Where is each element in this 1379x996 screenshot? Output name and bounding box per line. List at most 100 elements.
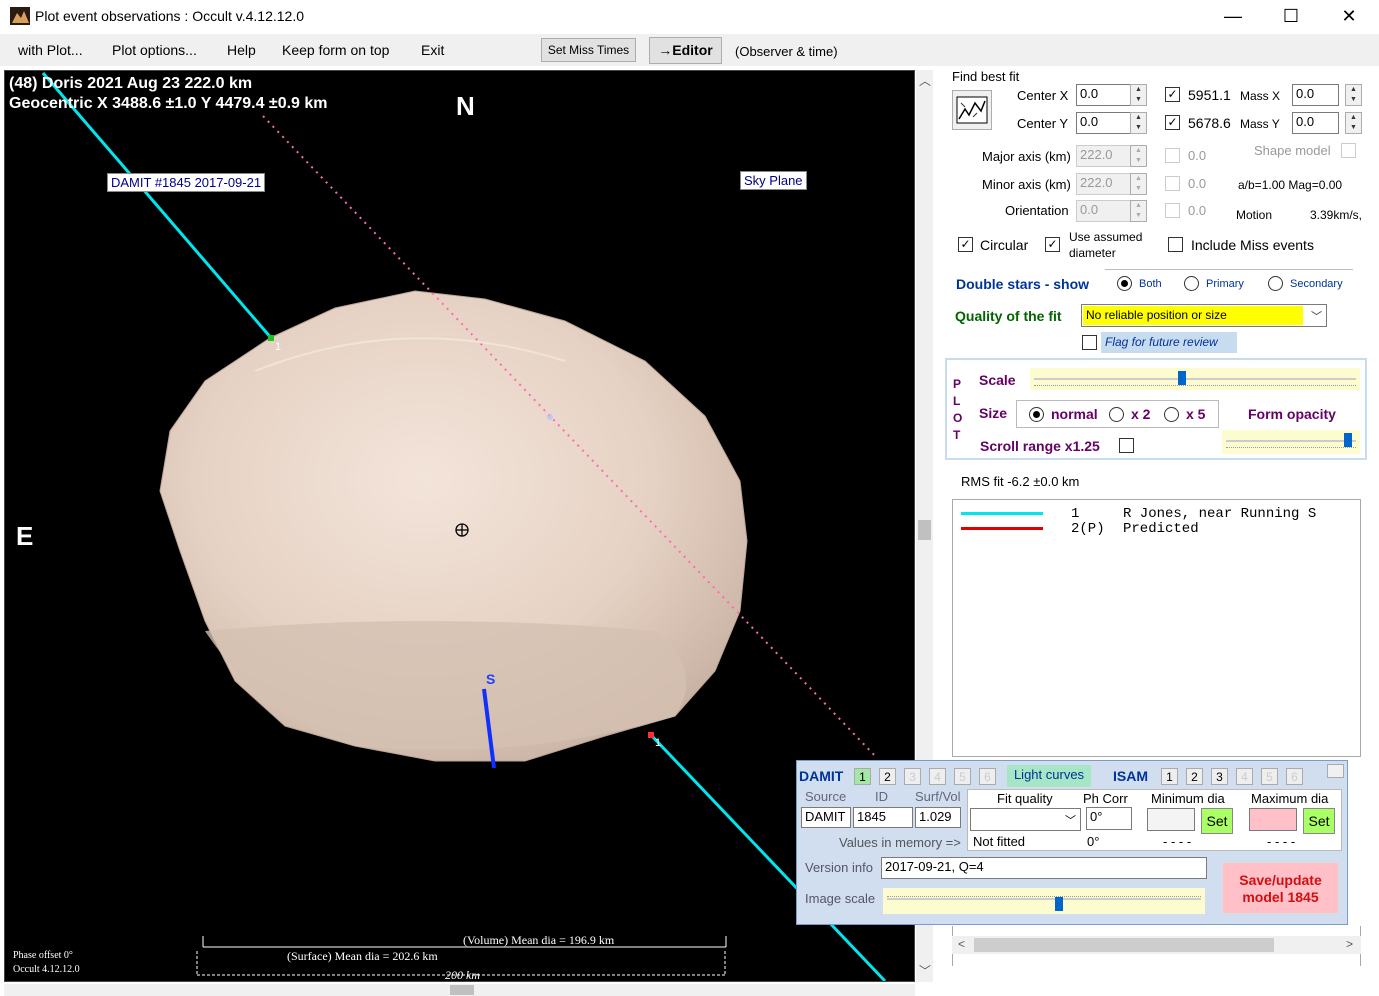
both-label: Both — [1139, 278, 1162, 290]
image-scale-slider[interactable] — [883, 888, 1205, 914]
fit-major-checkbox[interactable] — [1165, 148, 1180, 163]
menu-keep-on-top[interactable]: Keep form on top — [282, 42, 389, 58]
save-update-model-button[interactable]: Save/update model 1845 — [1222, 862, 1339, 914]
mass-x-spinner[interactable]: ▲ ▼ — [1345, 84, 1362, 106]
scale-slider[interactable] — [1030, 368, 1360, 390]
menu-with-plot[interactable]: with Plot... — [18, 42, 83, 58]
minor-axis-input[interactable]: 222.0 — [1076, 173, 1131, 195]
volume-mean-dia: (Volume) Mean dia = 196.9 km — [463, 933, 615, 947]
min-dia-field[interactable] — [1147, 808, 1195, 831]
max-dia-label: Maximum dia — [1251, 791, 1329, 806]
flag-review-checkbox[interactable] — [1082, 335, 1097, 350]
scale-slider-thumb[interactable] — [1178, 371, 1187, 385]
legend-line-swatch — [961, 527, 1043, 530]
shape-model-checkbox[interactable] — [1341, 143, 1356, 158]
minor-axis-spinner[interactable]: ▲ ▼ — [1130, 173, 1147, 195]
damit-model-label: DAMIT #1845 2017-09-21 — [107, 173, 266, 192]
find-best-fit-button[interactable] — [952, 90, 992, 130]
damit-model-5-button[interactable]: 5 — [954, 768, 971, 785]
damit-model-1-button[interactable]: 1 — [854, 768, 871, 785]
close-button[interactable]: ✕ — [1320, 0, 1378, 33]
fit-minor-checkbox[interactable] — [1165, 176, 1180, 191]
mass-y-spinner[interactable]: ▲ ▼ — [1345, 112, 1362, 134]
circular-checkbox[interactable]: ✓ — [958, 237, 973, 252]
center-y-spinner[interactable]: ▲ ▼ — [1130, 112, 1147, 134]
form-opacity-slider[interactable] — [1222, 430, 1360, 454]
major-axis-spinner[interactable]: ▲ ▼ — [1130, 145, 1147, 167]
scroll-range-checkbox[interactable] — [1119, 438, 1134, 453]
scroll-left-icon[interactable]: < — [958, 937, 965, 951]
double-stars-primary-radio[interactable] — [1184, 276, 1199, 291]
observer-legend-list[interactable]: 1 R Jones, near Running S 2(P) Predicted — [952, 499, 1361, 757]
surf-vol-field[interactable]: 1.029 — [915, 807, 961, 828]
ph-corr-field[interactable]: 0° — [1086, 807, 1132, 830]
title-bar: Plot event observations : Occult v.4.12.… — [0, 0, 1379, 33]
mass-y-input[interactable]: 0.0 — [1292, 112, 1339, 134]
isam-model-2-button[interactable]: 2 — [1186, 768, 1203, 785]
damit-model-3-button[interactable]: 3 — [904, 768, 921, 785]
center-y-input[interactable]: 0.0 — [1076, 112, 1131, 134]
quality-selected-value: No reliable position or size — [1083, 306, 1303, 325]
orientation-input[interactable]: 0.0 — [1076, 200, 1131, 222]
scroll-up-icon[interactable]: ︿ — [919, 72, 931, 89]
center-y-value: 5678.6 — [1188, 115, 1231, 131]
fit-center-y-checkbox[interactable]: ✓ — [1165, 115, 1180, 130]
scroll-right-icon[interactable]: > — [1346, 937, 1353, 951]
min-dia-set-button[interactable]: Set — [1201, 808, 1233, 834]
surface-mean-dia: (Surface) Mean dia = 202.6 km — [287, 949, 438, 963]
isam-model-6-button[interactable]: 6 — [1286, 768, 1303, 785]
version-info-field[interactable]: 2017-09-21, Q=4 — [881, 857, 1207, 879]
fit-center-x-checkbox[interactable]: ✓ — [1165, 87, 1180, 102]
damit-model-2-button[interactable]: 2 — [879, 768, 896, 785]
menu-plot-options[interactable]: Plot options... — [112, 42, 197, 58]
mass-x-input[interactable]: 0.0 — [1292, 84, 1339, 106]
minimize-button[interactable]: — — [1204, 0, 1262, 33]
set-miss-times-button[interactable]: Set Miss Times — [541, 38, 636, 62]
legend-scroll-thumb[interactable] — [974, 938, 1274, 952]
double-stars-both-radio[interactable] — [1117, 276, 1132, 291]
menu-exit[interactable]: Exit — [421, 42, 444, 58]
isam-model-1-button[interactable]: 1 — [1161, 768, 1178, 785]
major-axis-input[interactable]: 222.0 — [1076, 145, 1131, 167]
isam-model-3-button[interactable]: 3 — [1211, 768, 1228, 785]
orientation-spinner[interactable]: ▲ ▼ — [1130, 200, 1147, 222]
plot-horizontal-scrollbar[interactable] — [4, 984, 915, 996]
chevron-down-icon[interactable]: ﹀ — [1065, 812, 1076, 828]
isam-model-4-button[interactable]: 4 — [1236, 768, 1253, 785]
center-x-input[interactable]: 0.0 — [1076, 84, 1131, 106]
orientation-label: Orientation — [1005, 203, 1069, 218]
maximize-button[interactable]: ☐ — [1262, 0, 1320, 33]
max-dia-set-button[interactable]: Set — [1303, 808, 1335, 834]
plot-letter-p: P — [953, 377, 962, 391]
vertical-scroll-thumb[interactable] — [918, 520, 931, 540]
include-miss-checkbox[interactable] — [1168, 237, 1183, 252]
legend-horizontal-scrollbar[interactable]: < > — [952, 936, 1361, 954]
scroll-down-icon[interactable]: ﹀ — [919, 962, 931, 979]
size-x2-radio[interactable] — [1109, 407, 1124, 422]
damit-model-6-button[interactable]: 6 — [979, 768, 996, 785]
light-curves-button[interactable]: Light curves — [1007, 765, 1091, 787]
fit-orientation-checkbox[interactable] — [1165, 203, 1180, 218]
chevron-down-icon[interactable]: ﹀ — [1311, 308, 1322, 324]
use-assumed-diameter-checkbox[interactable]: ✓ — [1045, 237, 1060, 252]
source-field[interactable]: DAMIT — [801, 807, 851, 828]
panel-toggle-button[interactable] — [1327, 764, 1344, 778]
id-field[interactable]: 1845 — [853, 807, 913, 828]
center-x-spinner[interactable]: ▲ ▼ — [1130, 84, 1147, 106]
form-opacity-slider-thumb[interactable] — [1344, 433, 1353, 447]
damit-model-4-button[interactable]: 4 — [929, 768, 946, 785]
plot-canvas[interactable]: (48) Doris 2021 Aug 23 222.0 km Geocentr… — [4, 70, 915, 982]
size-normal-radio[interactable] — [1029, 407, 1044, 422]
fit-quality-select[interactable]: ﹀ — [970, 808, 1081, 831]
quality-select[interactable]: No reliable position or size ﹀ — [1081, 304, 1327, 327]
image-scale-slider-thumb[interactable] — [1055, 897, 1064, 911]
size-x5-radio[interactable] — [1164, 407, 1179, 422]
version-info-label: Version info — [805, 860, 873, 875]
editor-button[interactable]: →Editor — [649, 37, 722, 64]
scale-bar-label: 200 km — [445, 968, 480, 982]
isam-model-5-button[interactable]: 5 — [1261, 768, 1278, 785]
max-dia-field[interactable] — [1249, 808, 1297, 831]
menu-help[interactable]: Help — [227, 42, 256, 58]
double-stars-secondary-radio[interactable] — [1268, 276, 1283, 291]
horizontal-scroll-thumb[interactable] — [450, 985, 474, 995]
